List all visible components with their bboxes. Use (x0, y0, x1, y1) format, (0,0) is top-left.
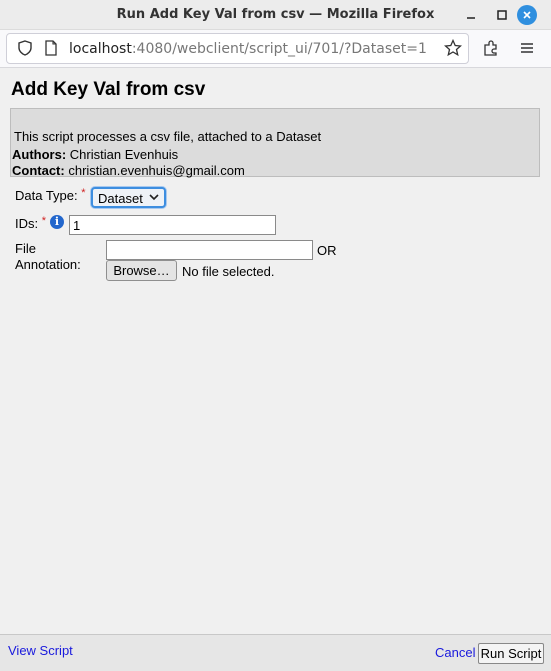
url-host: localhost (69, 41, 132, 57)
script-description: This script processes a csv file, attach… (14, 129, 322, 144)
browse-button[interactable]: Browse… (106, 260, 177, 281)
form-footer: View Script Cancel Run Script (0, 634, 551, 671)
chevron-down-icon (149, 194, 159, 201)
bookmark-star-icon[interactable] (443, 38, 463, 58)
contact-value: christian.evenhuis@gmail.com (68, 163, 245, 178)
run-script-button[interactable]: Run Script (478, 643, 544, 664)
menu-icon[interactable] (517, 38, 537, 58)
file-annotation-input[interactable] (106, 240, 313, 260)
required-mark: * (41, 215, 47, 227)
file-label-line1: File (15, 241, 36, 256)
maximize-button[interactable] (492, 5, 512, 25)
authors-label: Authors: (12, 147, 67, 162)
script-description-box: This script processes a csv file, attach… (10, 108, 540, 179)
url-text[interactable]: localhost:4080/webclient/script_ui/701/?… (69, 41, 427, 57)
file-status-text: No file selected. (182, 264, 275, 279)
data-type-label-row: Data Type: * (15, 187, 86, 203)
file-annotation-label: File Annotation: (15, 241, 81, 273)
authors-value: Christian Evenhuis (69, 147, 179, 162)
page-title: Add Key Val from csv (11, 79, 206, 100)
data-type-select[interactable]: Dataset (91, 187, 166, 208)
view-script-link[interactable]: View Script (8, 643, 73, 658)
extensions-icon[interactable] (481, 38, 501, 58)
data-type-label: Data Type: (15, 188, 78, 203)
contact-line: Contact: christian.evenhuis@gmail.com (12, 162, 245, 179)
required-mark: * (81, 187, 86, 199)
or-text: OR (317, 243, 337, 258)
authors-line: Authors: Christian Evenhuis (12, 146, 178, 163)
shield-icon[interactable] (15, 38, 35, 58)
minimize-button[interactable] (461, 5, 481, 25)
data-type-value: Dataset (98, 191, 143, 206)
window-titlebar: Run Add Key Val from csv — Mozilla Firef… (0, 0, 551, 30)
cancel-link[interactable]: Cancel (435, 645, 475, 660)
script-form-page: Add Key Val from csv This script process… (0, 68, 551, 634)
url-path: :4080/webclient/script_ui/701/?Dataset=1 (131, 41, 427, 57)
file-label-line2: Annotation: (15, 257, 81, 272)
ids-input[interactable] (69, 215, 276, 235)
ids-label: IDs: (15, 216, 39, 231)
minimize-icon (467, 17, 475, 19)
url-bar[interactable]: localhost:4080/webclient/script_ui/701/?… (6, 33, 469, 64)
close-icon (523, 11, 531, 19)
ids-label-row: IDs: * (15, 215, 47, 231)
browser-navbar: localhost:4080/webclient/script_ui/701/?… (0, 30, 551, 68)
info-icon[interactable]: i (50, 215, 64, 229)
page-icon[interactable] (41, 38, 61, 58)
close-window-button[interactable] (517, 5, 537, 25)
contact-label: Contact: (12, 163, 65, 178)
maximize-icon (497, 10, 507, 20)
